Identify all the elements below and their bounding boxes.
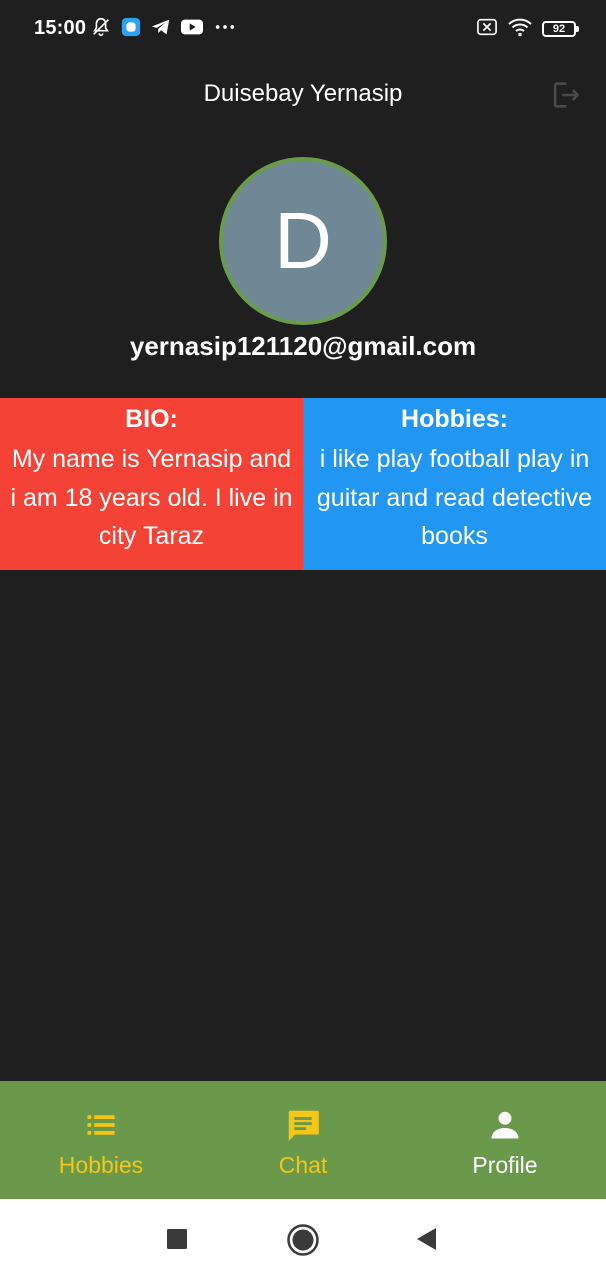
app-screen: 15:00 92 Duisebay Yernasip D yernasip121… [0,0,606,1280]
bio-title: BIO: [125,405,178,433]
avatar: D [219,157,387,325]
user-email: yernasip121120@gmail.com [129,331,477,361]
avatar-initial: D [274,196,332,285]
logout-icon [553,82,580,108]
bio-panel: BIO: My name is Yernasip and i am 18 yea… [0,398,303,570]
bio-text: My name is Yernasip and i am 18 years ol… [10,445,293,550]
info-panels: BIO: My name is Yernasip and i am 18 yea… [0,398,606,570]
wifi-icon [508,16,532,43]
back-button[interactable] [408,1222,444,1256]
bottom-navigation: Hobbies Chat Profile [0,1081,606,1199]
hobbies-text: i like play football play in guitar and … [316,445,593,550]
recents-button[interactable] [160,1222,194,1256]
more-dots-icon [212,16,238,43]
muted-bell-icon [90,16,112,43]
system-navigation-bar [0,1199,606,1280]
nav-label-hobbies: Hobbies [58,1152,144,1178]
nav-label-profile: Profile [472,1152,538,1178]
page-title: Duisebay Yernasip [203,80,403,107]
recents-square-icon [167,1229,187,1249]
youtube-icon [180,16,204,43]
logout-button[interactable] [546,76,584,114]
chat-icon [283,1105,323,1145]
sim-off-icon [476,17,498,42]
status-time: 15:00 [34,17,87,39]
status-bar: 15:00 92 [0,0,606,58]
telegram-icon [150,16,172,43]
home-button[interactable] [283,1220,323,1260]
person-icon [485,1105,525,1145]
battery-level: 92 [552,22,566,35]
list-icon [81,1105,121,1145]
hobbies-panel: Hobbies: i like play football play in gu… [303,398,606,570]
nav-item-profile[interactable]: Profile [404,1081,606,1199]
hobbies-title: Hobbies: [401,405,508,433]
home-circle-icon [287,1224,319,1256]
notification-icons [90,16,238,42]
app-square-icon [120,16,142,43]
battery-icon: 92 [542,21,579,37]
app-bar: Duisebay Yernasip [0,58,606,132]
system-status-icons: 92 [476,16,579,43]
nav-item-hobbies[interactable]: Hobbies [0,1081,202,1199]
nav-label-chat: Chat [278,1152,328,1178]
back-triangle-icon [417,1228,436,1250]
nav-item-chat[interactable]: Chat [202,1081,404,1199]
